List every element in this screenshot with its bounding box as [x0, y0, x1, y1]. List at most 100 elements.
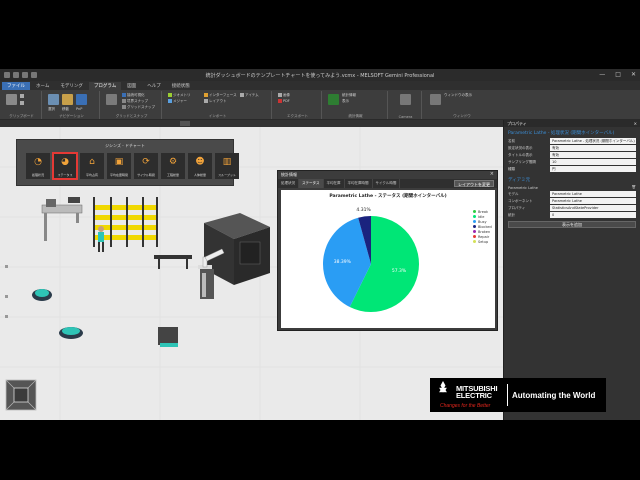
statistics-icon[interactable]	[328, 94, 339, 105]
legend-swatch	[473, 235, 476, 238]
property-row: モデル Parametric Lathe	[504, 191, 640, 198]
minimize-button[interactable]: —	[599, 71, 605, 78]
template-processing-button[interactable]: ◔ 処理状況	[26, 153, 50, 179]
pnp-label: PnP	[76, 107, 83, 111]
edge-snap-toggle[interactable]: 境界スナップ	[122, 99, 148, 104]
ribbon-group-import: ジオメトリ メジャー インターフェース レイアウト アイテム インポート	[164, 91, 272, 119]
grid-snap-toggle[interactable]: グリッドスナップ	[122, 105, 155, 110]
tab-status[interactable]: ステータス	[299, 179, 324, 188]
image-export-button[interactable]: 画像	[278, 93, 290, 98]
legend-label: Busy	[478, 219, 487, 224]
legend-label: Blocked	[478, 224, 492, 229]
tab-connection[interactable]: 接続状態	[167, 82, 195, 90]
cut-icon[interactable]	[20, 94, 25, 98]
move-tool-icon[interactable]	[62, 94, 73, 105]
template-label: 工程総量	[166, 173, 179, 177]
template-label: ステータス	[57, 173, 73, 177]
statistics-view-button[interactable]: 表示	[342, 99, 349, 104]
conveyor-model[interactable]	[41, 197, 83, 241]
ribbon-group-clipboard: クリップボード	[2, 91, 42, 119]
property-key: タイトルの表示	[508, 153, 533, 157]
agv-model[interactable]	[59, 327, 83, 339]
property-row: 名前 Parametric Lathe - 処理状況 (期間ホインターバル)	[504, 138, 640, 145]
tab-file[interactable]: ファイル	[2, 81, 30, 90]
ribbon-group-navigation: 選択 移動 PnP ナビゲーション	[44, 91, 100, 119]
application-window: 統計ダッシュボードのテンプレートチャートを使ってみよう.vcmx - MELSO…	[0, 69, 640, 420]
maximize-button[interactable]: □	[615, 71, 621, 78]
template-cycle-time-button[interactable]: ⟳ サイクル時間	[134, 153, 158, 179]
show-settings-select[interactable]: 有効	[550, 145, 636, 151]
change-layout-button[interactable]: レイアウトを変更	[454, 180, 494, 187]
template-icon-row: ◔ 処理状況 ◕ ステータス ⌂ 平均占有 ▣ 平均在庫時間 ⟳ サイクル時間 ⚙ 工程総量…	[26, 152, 239, 180]
window-controls: — □ ✕	[599, 71, 636, 78]
panel-header: プロパティ ×	[504, 120, 640, 127]
group-label: クリップボード	[9, 114, 34, 118]
show-window-button[interactable]: ウィンドウの表示	[444, 93, 472, 98]
close-button[interactable]: ✕	[631, 71, 636, 78]
geometry-button[interactable]: ジオメトリ	[168, 93, 191, 98]
chart-type-select[interactable]: 円	[550, 166, 636, 172]
item-button[interactable]: アイテム	[240, 93, 259, 98]
legend-label: Break	[478, 209, 489, 214]
tab-average-stock-time[interactable]: 平均在庫時間	[345, 179, 373, 188]
template-status-button[interactable]: ◕ ステータス	[52, 152, 78, 180]
legend-label: Broken	[478, 229, 491, 234]
interface-button[interactable]: インターフェース	[204, 93, 237, 98]
tab-help[interactable]: ヘルプ	[142, 82, 166, 90]
add-display-button[interactable]: 表示を追加	[508, 221, 636, 228]
document-tab-strip	[0, 120, 503, 127]
tab-program[interactable]: プログラム	[88, 81, 122, 90]
pdf-export-button[interactable]: PDF	[278, 99, 290, 103]
measure-button[interactable]: メジャー	[168, 99, 187, 104]
pie-label-blocked: 4.31%	[356, 207, 371, 213]
ribbon-group-camera: Camera	[390, 91, 422, 119]
cart-model[interactable]	[158, 327, 178, 347]
tab-processing[interactable]: 処理状況	[278, 179, 299, 188]
group-label: グリッドとスナップ	[115, 114, 148, 118]
copy-icon[interactable]	[20, 101, 25, 105]
ribbon-group-export: 画像 PDF エクスポート	[274, 91, 322, 119]
statistic-field[interactable]: 0	[550, 212, 636, 218]
agv-model[interactable]	[32, 289, 52, 301]
tab-drawing[interactable]: 図面	[122, 82, 141, 90]
template-human-total-button[interactable]: ☻ 人体総量	[188, 153, 212, 179]
connection-visual-toggle[interactable]: 接続可視化	[122, 93, 145, 98]
model-field[interactable]: Parametric Lathe	[550, 191, 636, 197]
template-process-total-button[interactable]: ⚙ 工程総量	[161, 153, 185, 179]
template-throughput-button[interactable]: ▥ スループット	[215, 153, 239, 179]
layout-button[interactable]: レイアウト	[204, 99, 227, 104]
template-average-occupancy-button[interactable]: ⌂ 平均占有	[80, 153, 104, 179]
chart-legend: Break Idle Busy Blocked Broken Repair Setup	[473, 209, 492, 244]
sampling-interval-field[interactable]: 10	[550, 159, 636, 165]
template-label: 処理状況	[31, 173, 44, 177]
select-label: 選択	[48, 107, 55, 111]
template-average-stock-time-button[interactable]: ▣ 平均在庫時間	[107, 153, 131, 179]
paste-icon[interactable]	[6, 94, 17, 105]
name-field[interactable]: Parametric Lathe - 処理状況 (期間ホインターバル)	[550, 138, 636, 144]
tab-home[interactable]: ホーム	[31, 82, 54, 90]
dialog-close-icon[interactable]: ×	[490, 171, 494, 177]
delete-icon[interactable]: 🗑	[632, 185, 636, 189]
bar-chart-icon: ▥	[222, 157, 232, 167]
statistics-button[interactable]: 統計情報	[342, 93, 356, 98]
tab-cycle-time[interactable]: サイクル時間	[373, 179, 401, 188]
window-icon[interactable]	[430, 94, 441, 105]
tab-modeling[interactable]: モデリング	[55, 82, 88, 90]
human-worker-model[interactable]	[98, 226, 104, 252]
select-tool-icon[interactable]	[48, 94, 59, 105]
interactive-icon[interactable]	[106, 94, 117, 105]
camera-icon[interactable]	[400, 94, 411, 105]
legend-label: Idle	[478, 214, 485, 219]
panel-close-icon[interactable]: ×	[634, 120, 637, 127]
tab-average-stock[interactable]: 平均在庫	[324, 179, 345, 188]
template-label: 平均占有	[85, 173, 98, 177]
component-field[interactable]: Parametric Lathe	[550, 198, 636, 204]
property-key: 統計	[508, 213, 515, 217]
pnp-tool-icon[interactable]	[76, 94, 87, 105]
3d-world-canvas[interactable]: ジシンズ - ドチャート ◔ 処理状況 ◕ ステータス ⌂ 平均占有 ▣ 平均在庫時間 …	[0, 127, 503, 420]
property-field[interactable]: StatisticsAndStateProvider	[550, 205, 636, 211]
template-label: スループット	[218, 173, 236, 177]
view-control[interactable]	[180, 121, 190, 126]
navigation-cube-icon[interactable]	[5, 379, 37, 411]
show-title-select[interactable]: 有効	[550, 152, 636, 158]
